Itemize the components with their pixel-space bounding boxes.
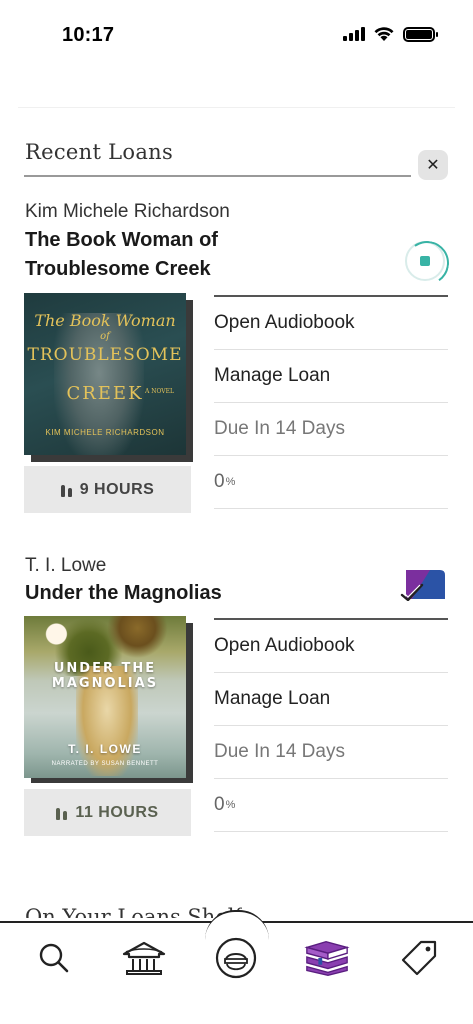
loan-1-actions: Open Audiobook Manage Loan Due In 14 Day… [214,295,448,509]
tab-library[interactable] [120,936,168,980]
headphones-icon [60,483,72,497]
tab-books[interactable] [303,936,351,980]
loan-2-author: T. I. Lowe [25,555,107,576]
wifi-icon [374,27,394,41]
due-date-label: Due In 14 Days [214,403,448,456]
loan-1-title-line2: Troublesome Creek [25,258,211,280]
tag-icon [401,940,437,976]
loan-1-author: Kim Michele Richardson [25,201,230,222]
manage-loan-button[interactable]: Manage Loan [214,350,448,403]
progress-value: 0 [214,794,225,815]
tab-search[interactable] [30,936,78,980]
loan-1-title-line1: The Book Woman of [25,229,218,251]
headphones-icon [56,806,68,820]
profile-icon [215,937,257,979]
status-bar: 10:17 [0,0,473,70]
recent-loans-title: Recent Loans [25,140,174,164]
books-icon [304,940,350,976]
book-cover-under-the-magnolias[interactable]: UNDER THE MAGNOLIAS T. I. LOWE NARRATED … [24,616,186,778]
search-icon [39,943,69,973]
loan-2-actions: Open Audiobook Manage Loan Due In 14 Day… [214,618,448,832]
status-time: 10:17 [62,24,115,46]
tab-tags[interactable] [395,936,443,980]
open-audiobook-button[interactable]: Open Audiobook [214,297,448,350]
cover-1-title-a: The Book Woman [34,311,176,330]
cover-2-author: T. I. LOWE [68,742,142,756]
manage-loan-button[interactable]: Manage Loan [214,673,448,726]
cover-2-title-line2: MAGNOLIAS [51,676,159,691]
in-progress-status-icon[interactable] [405,241,445,281]
progress-unit: % [225,799,236,811]
cover-1-title-b: of [100,331,110,342]
loan-2-duration-button[interactable]: 11 HOURS [24,789,191,836]
header-divider [18,107,455,108]
section-rule [24,175,411,177]
close-button[interactable]: ✕ [418,150,448,180]
cover-2-narrator: NARRATED BY SUSAN BENNETT [51,761,159,767]
progress-unit: % [225,476,236,488]
loan-1-title[interactable]: The Book Woman of Troublesome Creek [25,226,395,284]
cellular-signal-icon [343,27,365,41]
cover-1-title-c: TROUBLESOME [27,345,183,365]
progress-value: 0 [214,471,225,492]
library-icon [122,941,166,975]
progress-percent: 0% [214,779,448,832]
loan-2-title[interactable]: Under the Magnolias [25,579,395,608]
loan-1-duration-label: 9 HOURS [79,480,155,498]
tab-profile[interactable] [212,936,260,980]
loan-2-duration-label: 11 HOURS [75,803,159,821]
open-audiobook-button[interactable]: Open Audiobook [214,620,448,673]
close-icon: ✕ [426,157,440,174]
progress-percent: 0% [214,456,448,509]
status-icons [343,26,438,42]
book-cover-book-woman[interactable]: The Book Woman of TROUBLESOME CREEK A NO… [24,293,186,455]
cover-1-subtitle: A NOVEL [144,388,174,395]
cover-2-title-line1: UNDER THE [53,661,157,676]
loan-1-duration-button[interactable]: 9 HOURS [24,466,191,513]
returned-status-icon[interactable] [400,569,446,601]
due-date-label: Due In 14 Days [214,726,448,779]
battery-icon [403,26,438,42]
cover-1-author: KIM MICHELE RICHARDSON [45,428,165,437]
